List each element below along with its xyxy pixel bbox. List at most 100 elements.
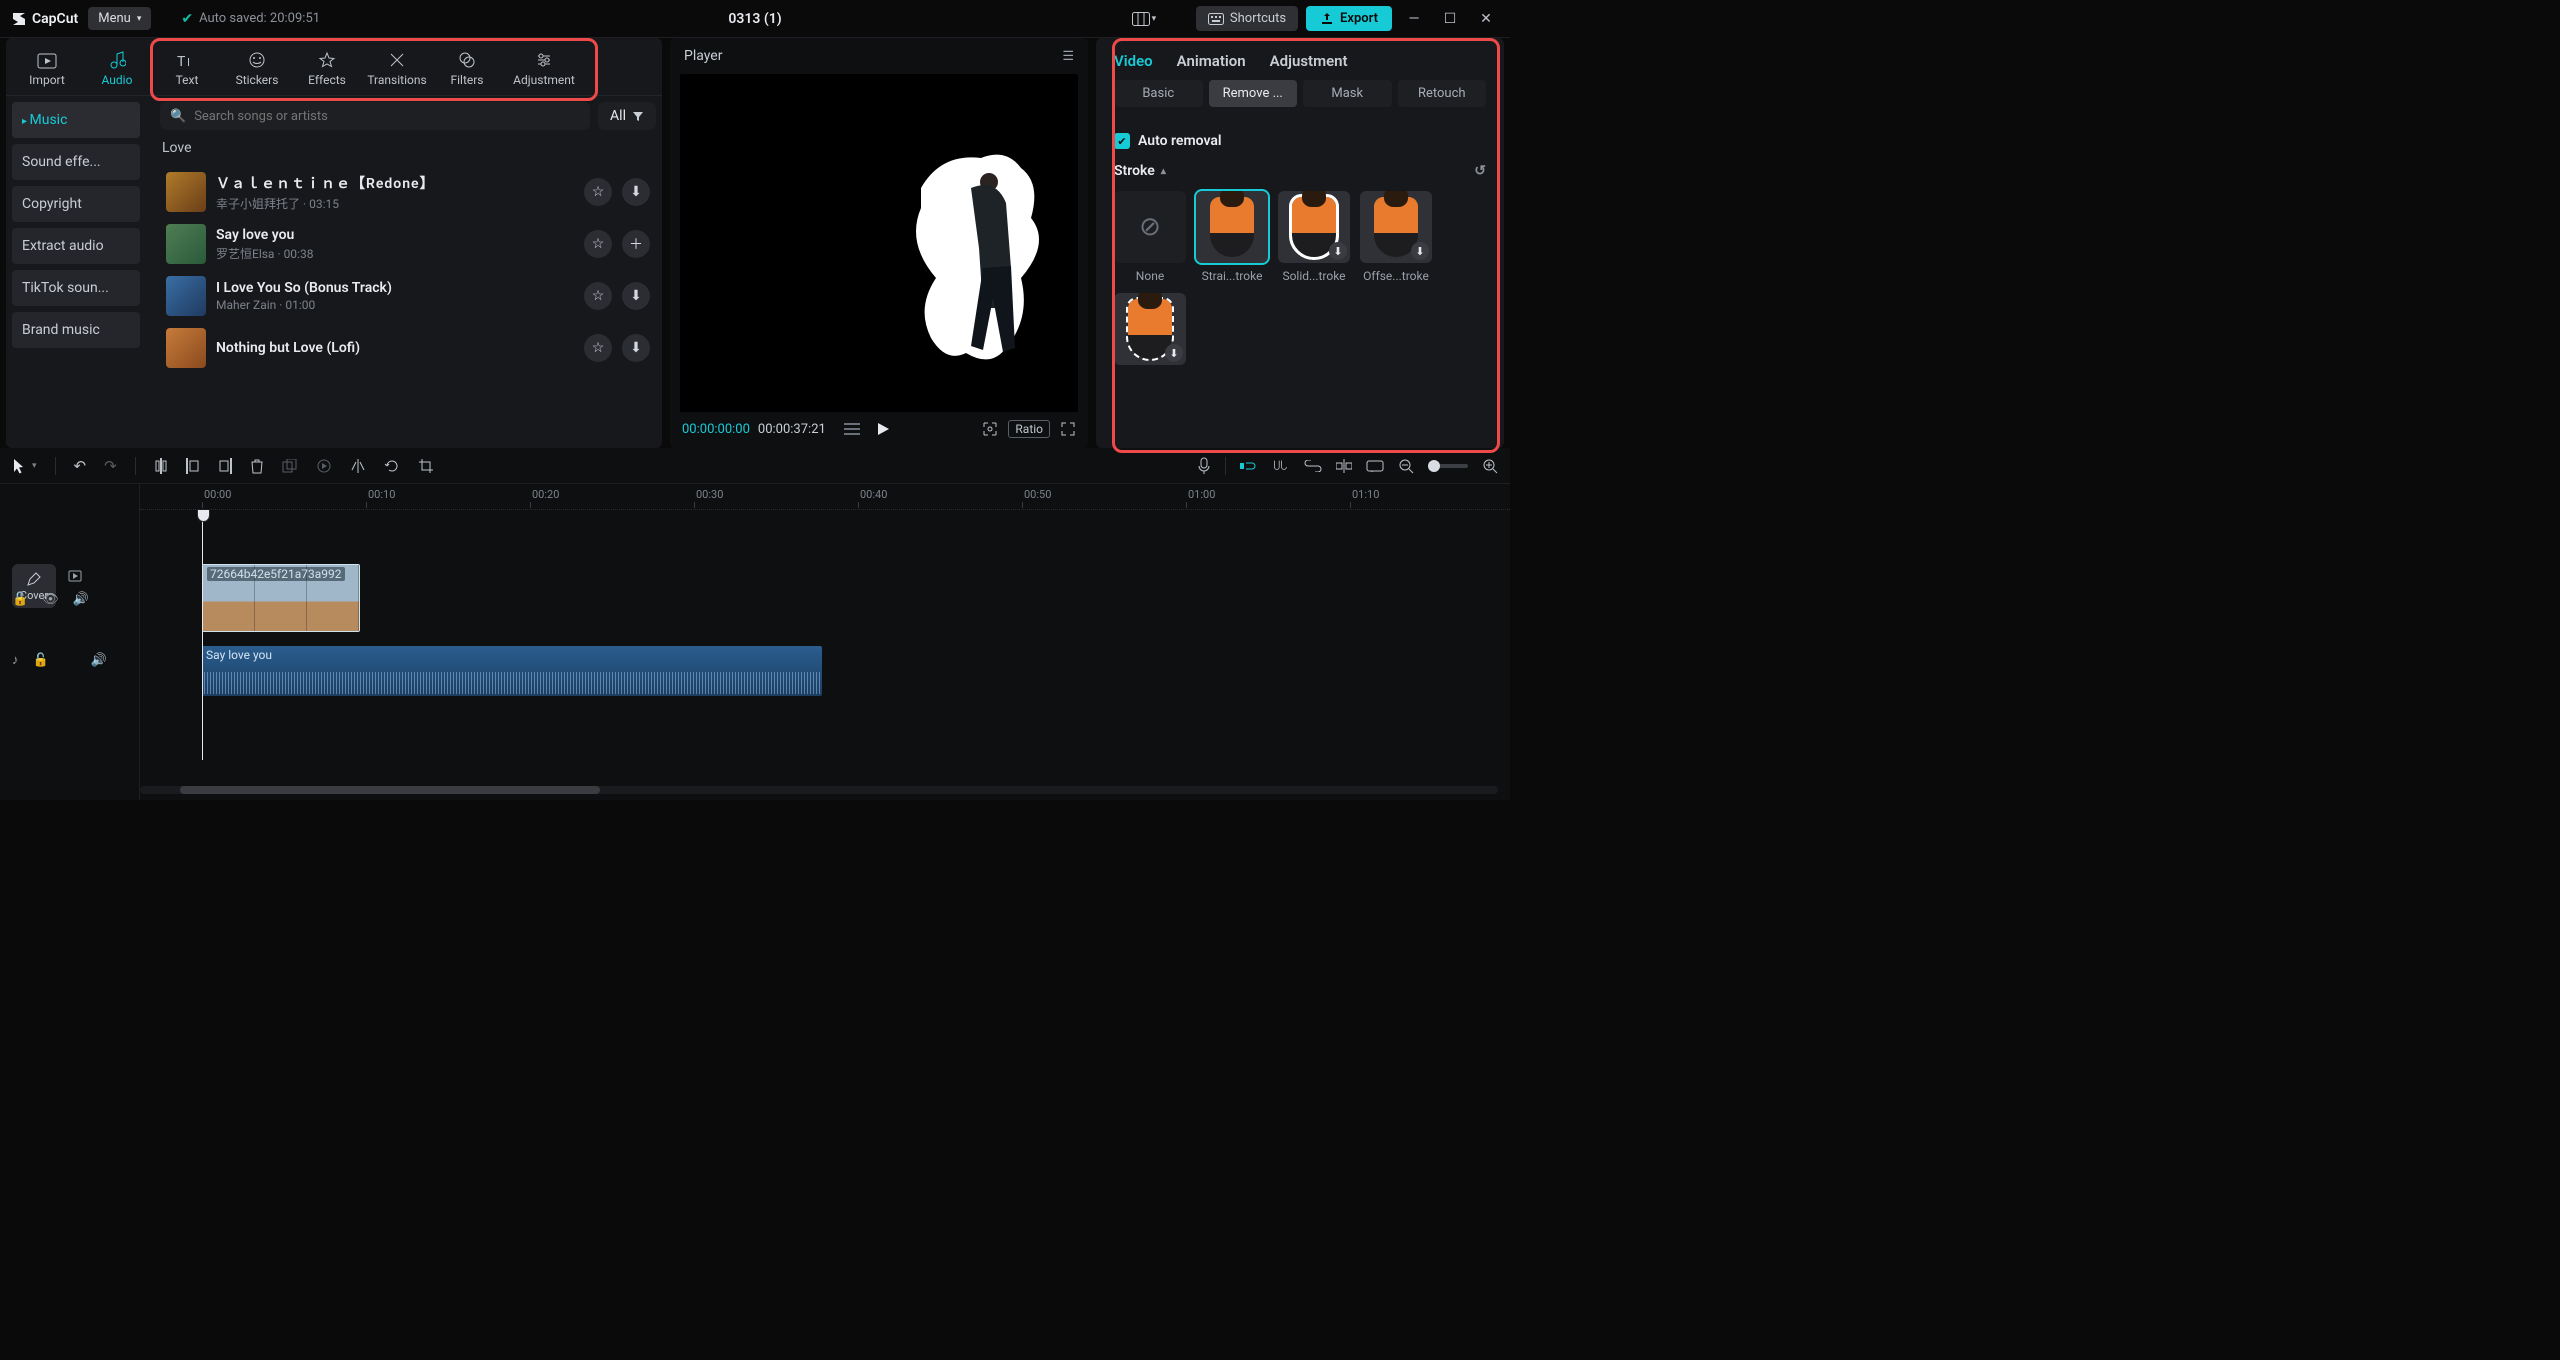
preview-cut-icon[interactable]	[1366, 460, 1384, 472]
player-menu-icon[interactable]: ☰	[1062, 49, 1074, 64]
window-maximize-button[interactable]: ☐	[1436, 5, 1464, 33]
zoom-in-icon[interactable]	[1482, 458, 1498, 474]
stroke-option-dashed[interactable]: ⬇	[1114, 293, 1186, 371]
delete-tool[interactable]	[250, 458, 264, 474]
favorite-button[interactable]: ☆	[584, 334, 612, 362]
scan-icon[interactable]	[982, 421, 998, 437]
preview-track-icon[interactable]	[68, 570, 82, 582]
menu-button[interactable]: Menu ▾	[88, 7, 151, 30]
favorite-button[interactable]: ☆	[584, 282, 612, 310]
fullscreen-icon[interactable]	[1060, 421, 1076, 437]
inspector-tab-adjustment[interactable]: Adjustment	[1270, 52, 1348, 70]
checkbox-checked-icon[interactable]: ✔	[1114, 133, 1130, 149]
search-field[interactable]: 🔍	[160, 102, 590, 130]
zoom-slider[interactable]	[1428, 464, 1468, 468]
trim-left-tool[interactable]	[186, 458, 200, 474]
subtab-mask[interactable]: Mask	[1303, 80, 1392, 107]
timeline-scrollbar[interactable]	[140, 786, 1498, 794]
lock-icon[interactable]: 🔓	[12, 592, 28, 607]
align-icon[interactable]	[1336, 459, 1352, 473]
reset-icon[interactable]: ↺	[1474, 163, 1486, 179]
song-row[interactable]: I Love You So (Bonus Track) Maher Zain ·…	[160, 270, 656, 322]
layout-icon[interactable]: ▾	[1130, 5, 1158, 33]
tab-transitions[interactable]: Transitions	[362, 45, 432, 95]
tab-import[interactable]: Import	[12, 47, 82, 95]
sidebar-item-brand-music[interactable]: Brand music	[12, 312, 140, 348]
timeline[interactable]: Cover 🔓 👁 🔊 ♪ 🔓 🔊 00:00 00:10 00:20 00:3…	[0, 484, 1510, 800]
player-stage[interactable]	[680, 74, 1078, 412]
sidebar-item-music[interactable]: Music	[12, 102, 140, 138]
favorite-button[interactable]: ☆	[584, 230, 612, 258]
search-input[interactable]	[194, 109, 580, 124]
stroke-header[interactable]: Stroke ▴ ↺	[1114, 163, 1486, 179]
shortcuts-button[interactable]: Shortcuts	[1196, 6, 1298, 31]
export-icon	[1320, 12, 1334, 26]
sidebar-item-extract-audio[interactable]: Extract audio	[12, 228, 140, 264]
lock-icon[interactable]: 🔓	[33, 653, 49, 668]
magnet-track-icon[interactable]	[1272, 459, 1290, 473]
download-button[interactable]: ⬇	[622, 178, 650, 206]
subtab-remove-bg[interactable]: Remove ...	[1209, 80, 1298, 107]
video-clip[interactable]: 72664b42e5f21a73a992	[202, 564, 360, 632]
trim-right-tool[interactable]	[218, 458, 232, 474]
list-icon[interactable]	[844, 423, 860, 435]
pointer-tool[interactable]: ▾	[12, 458, 37, 474]
undo-button[interactable]: ↶	[74, 457, 87, 475]
eye-icon[interactable]: 👁	[42, 592, 59, 607]
export-button[interactable]: Export	[1306, 6, 1392, 31]
filter-all-label: All	[610, 108, 626, 124]
song-row[interactable]: Say love you 罗艺恒Elsa · 00:38 ☆ ＋	[160, 218, 656, 270]
link-icon[interactable]	[1304, 460, 1322, 472]
inspector-tab-video[interactable]: Video	[1114, 52, 1153, 70]
song-row[interactable]: Nothing but Love (Lofi) ☆ ⬇	[160, 322, 656, 374]
tab-stickers[interactable]: Stickers	[222, 45, 292, 95]
playhead[interactable]	[202, 510, 203, 760]
reverse-tool[interactable]	[316, 458, 332, 474]
stroke-option-offset[interactable]: ⬇ Offse...troke	[1360, 191, 1432, 283]
stroke-option-straight[interactable]: Strai...troke	[1196, 191, 1268, 283]
redo-button[interactable]: ↷	[104, 457, 117, 475]
add-button[interactable]: ＋	[622, 230, 650, 258]
audio-icon	[108, 51, 126, 69]
svg-text:I: I	[187, 56, 190, 69]
tab-filters[interactable]: Filters	[432, 45, 502, 95]
rotate-tool[interactable]	[384, 458, 400, 474]
filter-all-button[interactable]: All	[598, 102, 656, 130]
song-row[interactable]: Ｖａｌｅｎｔｉｎｅ【Redone】 幸子小姐拜托了 · 03:15 ☆ ⬇	[160, 166, 656, 218]
window-close-button[interactable]: ✕	[1472, 5, 1500, 33]
download-button[interactable]: ⬇	[622, 282, 650, 310]
download-button[interactable]: ⬇	[622, 334, 650, 362]
audio-clip[interactable]: Say love you	[202, 646, 822, 696]
music-track-icon[interactable]: ♪	[12, 652, 19, 668]
scrollbar-thumb[interactable]	[180, 786, 600, 794]
track-area[interactable]: 72664b42e5f21a73a992 Say love you	[140, 510, 1510, 760]
play-button[interactable]	[876, 422, 890, 436]
subtab-basic[interactable]: Basic	[1114, 80, 1203, 107]
favorite-button[interactable]: ☆	[584, 178, 612, 206]
tab-text[interactable]: TI Text	[152, 47, 222, 95]
tab-adjustment[interactable]: Adjustment	[502, 45, 586, 95]
sidebar-item-tiktok-sounds[interactable]: TikTok soun...	[12, 270, 140, 306]
sidebar-item-copyright[interactable]: Copyright	[12, 186, 140, 222]
timeline-ruler[interactable]: 00:00 00:10 00:20 00:30 00:40 00:50 01:0…	[140, 486, 1510, 510]
zoom-out-icon[interactable]	[1398, 458, 1414, 474]
song-subtitle: 罗艺恒Elsa · 00:38	[216, 245, 574, 262]
crop-tool[interactable]	[418, 458, 434, 474]
stroke-option-none[interactable]: ⊘ None	[1114, 191, 1186, 283]
copy-tool[interactable]	[282, 459, 298, 473]
magnet-main-icon[interactable]	[1240, 459, 1258, 473]
window-minimize-button[interactable]: —	[1400, 5, 1428, 33]
split-tool[interactable]	[154, 458, 168, 474]
ratio-button[interactable]: Ratio	[1008, 420, 1050, 438]
auto-removal-row[interactable]: ✔ Auto removal	[1114, 133, 1486, 149]
tab-audio[interactable]: Audio	[82, 45, 152, 95]
sidebar-item-sound-effects[interactable]: Sound effe...	[12, 144, 140, 180]
mirror-tool[interactable]	[350, 459, 366, 473]
inspector-tab-animation[interactable]: Animation	[1177, 52, 1246, 70]
subtab-retouch[interactable]: Retouch	[1398, 80, 1487, 107]
mic-icon[interactable]	[1197, 457, 1211, 475]
speaker-icon[interactable]: 🔊	[73, 592, 89, 607]
stroke-option-solid[interactable]: ⬇ Solid...troke	[1278, 191, 1350, 283]
tab-effects[interactable]: Effects	[292, 45, 362, 95]
speaker-icon[interactable]: 🔊	[91, 653, 107, 668]
